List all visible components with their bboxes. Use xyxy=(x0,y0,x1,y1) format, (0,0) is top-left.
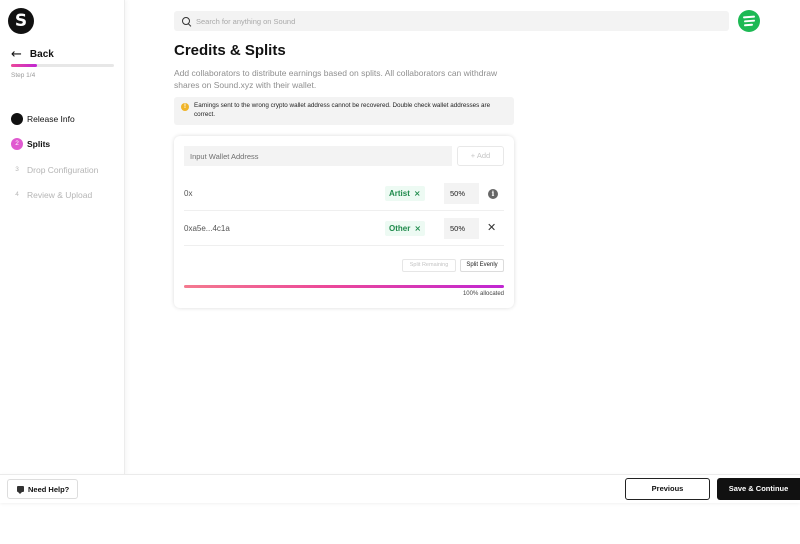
role-label: Artist xyxy=(389,189,410,198)
step-number: 4 xyxy=(11,188,23,201)
step-number xyxy=(11,113,23,125)
split-percent-input[interactable] xyxy=(444,183,479,204)
warning-banner: ! Earnings sent to the wrong crypto wall… xyxy=(174,97,514,125)
collaborator-address: 0x xyxy=(184,189,193,198)
arrow-left-icon: ← xyxy=(11,47,22,62)
collaborator-address: 0xa5e...4c1a xyxy=(184,224,230,233)
step-label-review-upload: Review & Upload xyxy=(27,189,93,200)
warning-icon: ! xyxy=(181,103,189,111)
step-label: Step 1/4 xyxy=(11,72,36,79)
step-drop-configuration[interactable]: 3 Drop Configuration xyxy=(11,163,99,176)
step-release-info[interactable]: Release Info xyxy=(11,113,98,125)
search-bar[interactable] xyxy=(174,11,729,31)
remove-collaborator-icon[interactable]: ✕ xyxy=(487,221,496,234)
role-tag-other[interactable]: Other × xyxy=(385,221,426,236)
split-row: 0x Artist × i xyxy=(184,176,504,211)
step-label-drop-configuration: Drop Configuration xyxy=(27,164,99,175)
splits-card: + Add 0x Artist × i 0xa5e...4c1a Other ×… xyxy=(174,136,514,308)
add-collaborator-button[interactable]: + Add xyxy=(457,146,504,166)
step-label-splits: Splits xyxy=(27,139,51,150)
step-number: 3 xyxy=(11,163,23,176)
role-label: Other xyxy=(389,224,411,233)
page-description: Add collaborators to distribute earnings… xyxy=(174,68,498,90)
allocation-label: 100% allocated xyxy=(462,291,504,297)
split-row: 0xa5e...4c1a Other × ✕ xyxy=(184,211,504,246)
step-label-release-info: Release Info xyxy=(27,114,75,124)
split-remaining-button[interactable]: Split Remaining xyxy=(402,259,456,272)
footer-bar: Need Help? Previous Save & Continue xyxy=(0,474,800,503)
remove-role-icon[interactable]: × xyxy=(414,221,421,236)
sound-logo[interactable]: S xyxy=(8,8,34,34)
remove-role-icon[interactable]: × xyxy=(414,186,421,201)
chat-icon xyxy=(17,486,24,494)
wallet-address-input[interactable] xyxy=(184,146,452,166)
warning-text: Earnings sent to the wrong crypto wallet… xyxy=(194,102,491,118)
role-tag-artist[interactable]: Artist × xyxy=(385,186,425,201)
split-evenly-button[interactable]: Split Evenly xyxy=(460,259,504,272)
search-input[interactable] xyxy=(196,16,696,26)
step-list: Release Info 2 Splits 3 Drop Configurati… xyxy=(11,113,98,214)
save-continue-button[interactable]: Save & Continue xyxy=(717,478,800,500)
allocation-bar xyxy=(184,285,504,288)
split-percent-input[interactable] xyxy=(444,218,479,239)
allocation-fill xyxy=(184,285,504,288)
search-icon xyxy=(182,16,191,26)
page-title: Credits & Splits xyxy=(174,42,286,59)
step-progress-fill xyxy=(11,64,37,67)
need-help-label: Need Help? xyxy=(28,484,70,494)
back-label: Back xyxy=(29,49,54,60)
need-help-button[interactable]: Need Help? xyxy=(7,479,78,499)
step-progress-bar xyxy=(11,64,114,67)
spotify-icon[interactable] xyxy=(738,10,760,32)
sidebar: S ← Back Step 1/4 Release Info 2 Splits … xyxy=(0,0,125,474)
info-icon[interactable]: i xyxy=(488,189,498,199)
step-review-upload[interactable]: 4 Review & Upload xyxy=(11,188,98,201)
step-splits[interactable]: 2 Splits xyxy=(11,138,98,151)
step-number: 2 xyxy=(11,138,23,151)
previous-button[interactable]: Previous xyxy=(625,478,710,500)
back-button[interactable]: ← Back xyxy=(11,47,54,62)
